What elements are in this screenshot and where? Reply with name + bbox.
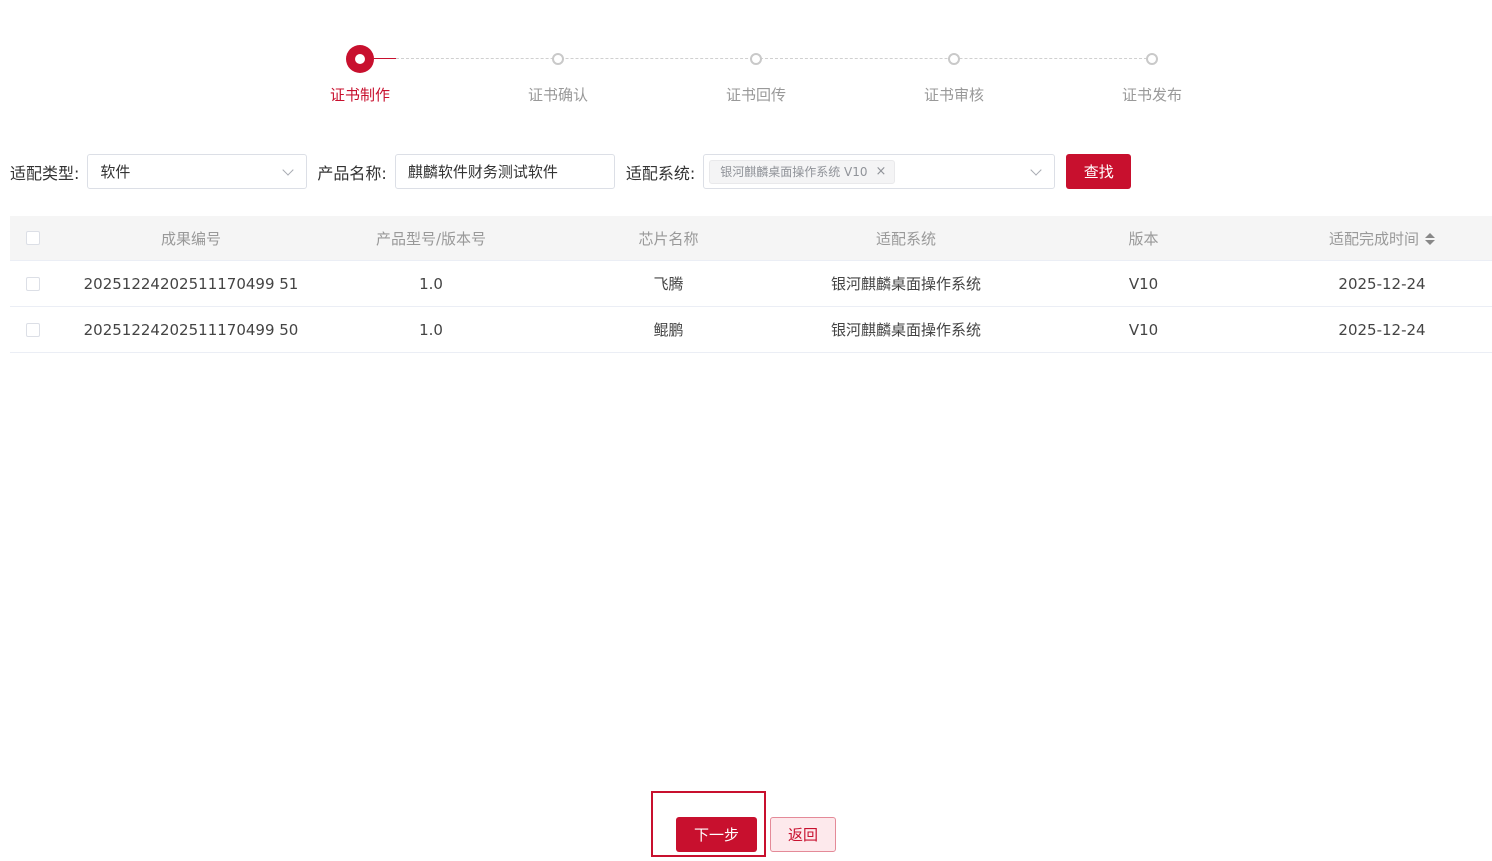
- step-dot-icon: [750, 53, 762, 65]
- sort-icon[interactable]: [1425, 233, 1435, 245]
- column-header-completed-label: 适配完成时间: [1328, 229, 1419, 248]
- cell-id: 20251224202511170499 50: [83, 320, 299, 339]
- cell-completed: 2025-12-24: [1338, 274, 1426, 293]
- step-dot-icon: [552, 53, 564, 65]
- step-3[interactable]: 证书回传: [656, 40, 856, 105]
- column-header-completed[interactable]: 适配完成时间: [1276, 228, 1488, 249]
- chevron-down-icon: [1030, 164, 1042, 176]
- step-5[interactable]: 证书发布: [1052, 40, 1252, 105]
- column-header-id: 成果编号: [160, 229, 221, 248]
- step-dot-icon: [948, 53, 960, 65]
- column-header-system: 适配系统: [875, 229, 936, 248]
- step-dot-icon: [1146, 53, 1158, 65]
- search-button[interactable]: 查找: [1066, 154, 1132, 189]
- step-label: 证书确认: [527, 86, 588, 104]
- filter-bar: 适配类型: 软件 产品名称: 麒麟软件财务测试软件 适配系统: 银河麒麟桌面操作…: [10, 154, 1132, 189]
- system-tag-label: 银河麒麟桌面操作系统 V10: [720, 165, 868, 179]
- row-select-cell: [10, 276, 56, 291]
- cell-system: 银河麒麟桌面操作系统: [830, 321, 981, 339]
- column-header-version: 版本: [1128, 229, 1159, 248]
- system-label: 适配系统:: [625, 163, 696, 183]
- table-row[interactable]: 20251224202511170499 50 1.0 鲲鹏 银河麒麟桌面操作系…: [10, 307, 1492, 353]
- cell-system: 银河麒麟桌面操作系统: [830, 275, 981, 293]
- cell-chip: 鲲鹏: [653, 321, 684, 339]
- cell-model: 1.0: [419, 320, 443, 339]
- cell-chip: 飞腾: [653, 275, 684, 293]
- row-select-cell: [10, 322, 56, 337]
- close-icon[interactable]: ×: [876, 164, 887, 179]
- cell-version: V10: [1128, 320, 1159, 339]
- cell-id: 20251224202511170499 51: [83, 274, 299, 293]
- results-table: 成果编号 产品型号/版本号 芯片名称 适配系统 版本 适配完成时间 202512…: [10, 216, 1492, 353]
- cell-version: V10: [1128, 274, 1159, 293]
- step-4[interactable]: 证书审核: [854, 40, 1054, 105]
- next-step-button[interactable]: 下一步: [676, 817, 757, 852]
- system-multiselect[interactable]: 银河麒麟桌面操作系统 V10 ×: [703, 154, 1056, 189]
- column-header-model: 产品型号/版本号: [375, 229, 487, 248]
- step-label: 证书发布: [1121, 86, 1182, 104]
- step-1[interactable]: 证书制作: [260, 40, 460, 105]
- product-label: 产品名称:: [317, 163, 387, 183]
- type-select-value: 软件: [100, 163, 131, 181]
- cell-completed: 2025-12-24: [1338, 320, 1426, 339]
- step-2[interactable]: 证书确认: [458, 40, 658, 105]
- product-name-input[interactable]: 麒麟软件财务测试软件: [394, 154, 615, 189]
- table-row[interactable]: 20251224202511170499 51 1.0 飞腾 银河麒麟桌面操作系…: [10, 261, 1492, 307]
- system-tag: 银河麒麟桌面操作系统 V10 ×: [709, 159, 896, 184]
- step-label: 证书回传: [725, 86, 786, 104]
- step-label: 证书制作: [329, 86, 390, 104]
- back-button[interactable]: 返回: [770, 817, 836, 852]
- step-label: 证书审核: [923, 86, 984, 104]
- column-header-chip: 芯片名称: [638, 229, 699, 248]
- select-all-cell: [10, 231, 56, 245]
- row-checkbox[interactable]: [26, 276, 40, 291]
- select-all-checkbox[interactable]: [26, 231, 40, 245]
- type-label: 适配类型:: [10, 163, 80, 183]
- certificate-wizard-page: 证书制作 证书确认 证书回传 证书审核 证书发布 适配类型: 软件 产品名称: …: [0, 0, 1492, 861]
- step-progress: 证书制作 证书确认 证书回传 证书审核 证书发布: [0, 0, 1492, 120]
- step-active-dot-icon: [346, 45, 374, 73]
- chevron-down-icon: [282, 164, 295, 176]
- type-select[interactable]: 软件: [87, 154, 308, 189]
- product-name-value: 麒麟软件财务测试软件: [407, 163, 558, 181]
- table-header-row: 成果编号 产品型号/版本号 芯片名称 适配系统 版本 适配完成时间: [10, 216, 1492, 261]
- cell-model: 1.0: [419, 274, 443, 293]
- row-checkbox[interactable]: [26, 322, 40, 337]
